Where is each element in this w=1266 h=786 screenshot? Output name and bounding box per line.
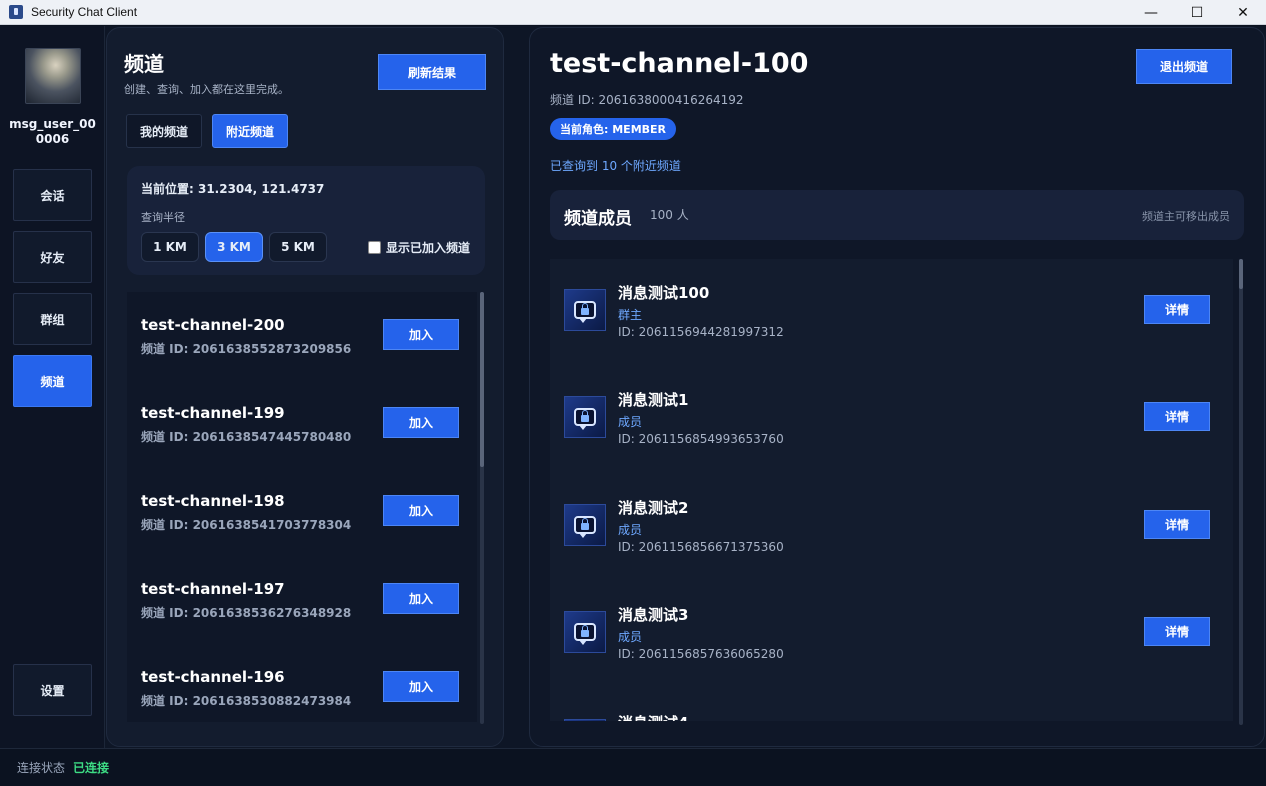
member-list-scrollbar[interactable] [1239, 259, 1243, 725]
minimize-button[interactable]: — [1128, 0, 1174, 25]
channel-name: test-channel-198 [141, 492, 285, 510]
channel-name: test-channel-196 [141, 668, 285, 686]
detail-button[interactable]: 详情 [1144, 617, 1210, 646]
channel-id: 频道 ID: 2061638552873209856 [141, 342, 352, 356]
app-icon [9, 5, 23, 19]
member-id: ID: 2061156856671375360 [618, 540, 784, 554]
show-joined-toggle[interactable]: 显示已加入频道 [368, 239, 470, 256]
member-name: 消息测试100 [618, 284, 710, 302]
window-body: msg_user_000006 会话 好友 群组 频道 设置 频道 创建、查询、… [0, 26, 1266, 786]
detail-button[interactable]: 详情 [1144, 295, 1210, 324]
radius-1km-button[interactable]: 1 KM [141, 232, 199, 262]
list-item[interactable]: 消息测试1 成员 ID: 2061156854993653760 详情 [550, 366, 1233, 474]
detail-button[interactable]: 详情 [1144, 510, 1210, 539]
member-id: ID: 2061156944281997312 [618, 325, 784, 339]
window-controls: — ☐ ✕ [1128, 0, 1266, 25]
member-name: 消息测试3 [618, 606, 689, 624]
radius-3km-button[interactable]: 3 KM [205, 232, 263, 262]
join-button[interactable]: 加入 [383, 407, 459, 438]
role-badge: 当前角色: MEMBER [550, 118, 677, 140]
current-location: 当前位置: 31.2304, 121.4737 [141, 182, 325, 196]
join-button[interactable]: 加入 [383, 495, 459, 526]
nav-rail: msg_user_000006 会话 好友 群组 频道 设置 [0, 26, 105, 748]
channel-id: 频道 ID: 2061638536276348928 [141, 606, 352, 620]
scrollbar-thumb[interactable] [1239, 259, 1243, 289]
title-bar: Security Chat Client — ☐ ✕ [0, 0, 1266, 25]
chat-lock-icon [564, 611, 606, 653]
nav-settings-button[interactable]: 设置 [13, 664, 92, 716]
members-count: 100 人 [650, 208, 689, 222]
connection-status-label: 连接状态 [17, 761, 66, 775]
list-item[interactable]: test-channel-200 频道 ID: 2061638552873209… [127, 292, 477, 380]
query-result-text: 已查询到 10 个附近频道 [550, 159, 681, 173]
member-list: 消息测试100 群主 ID: 2061156944281997312 详情 消息… [550, 259, 1233, 721]
list-item[interactable]: test-channel-197 频道 ID: 2061638536276348… [127, 556, 477, 644]
join-button[interactable]: 加入 [383, 671, 459, 702]
member-name: 消息测试2 [618, 499, 689, 517]
member-name: 消息测试1 [618, 391, 689, 409]
list-item[interactable]: 消息测试3 成员 ID: 2061156857636065280 详情 [550, 581, 1233, 689]
channels-panel: 频道 创建、查询、加入都在这里完成。 刷新结果 我的频道 附近频道 当前位置: … [106, 27, 504, 747]
maximize-button[interactable]: ☐ [1174, 0, 1220, 25]
channel-list: test-channel-200 频道 ID: 2061638552873209… [127, 292, 477, 722]
channel-id: 频道 ID: 2061638530882473984 [141, 694, 352, 708]
nav-channels-button[interactable]: 频道 [13, 355, 92, 407]
member-name: 消息测试4 [618, 712, 688, 721]
member-role: 成员 [618, 630, 643, 644]
show-joined-label: 显示已加入频道 [386, 241, 471, 255]
list-item[interactable]: test-channel-196 频道 ID: 2061638530882473… [127, 644, 477, 722]
channel-title: test-channel-100 [550, 48, 809, 79]
avatar[interactable] [25, 48, 81, 104]
panel-title: 频道 [124, 52, 164, 76]
nav-groups-button[interactable]: 群组 [13, 293, 92, 345]
member-role: 群主 [618, 308, 643, 322]
members-title: 频道成员 [564, 209, 632, 229]
window-title: Security Chat Client [31, 5, 138, 19]
channel-id-text: 频道 ID: 2061638000416264192 [550, 93, 744, 107]
member-role: 成员 [618, 415, 643, 429]
channel-name: test-channel-197 [141, 580, 285, 598]
nav-friends-button[interactable]: 好友 [13, 231, 92, 283]
chat-lock-icon [564, 719, 606, 721]
chat-lock-icon [564, 289, 606, 331]
chat-lock-icon [564, 504, 606, 546]
exit-channel-button[interactable]: 退出频道 [1136, 49, 1232, 84]
channel-detail-panel: test-channel-100 频道 ID: 2061638000416264… [529, 27, 1265, 747]
channel-id: 频道 ID: 2061638541703778304 [141, 518, 352, 532]
member-role: 成员 [618, 523, 643, 537]
join-button[interactable]: 加入 [383, 583, 459, 614]
channel-name: test-channel-200 [141, 316, 285, 334]
refresh-button[interactable]: 刷新结果 [378, 54, 486, 90]
list-item[interactable]: 消息测试2 成员 ID: 2061156856671375360 详情 [550, 474, 1233, 582]
connection-status-value: 已连接 [73, 761, 110, 775]
close-button[interactable]: ✕ [1220, 0, 1266, 25]
list-item[interactable]: test-channel-198 频道 ID: 2061638541703778… [127, 468, 477, 556]
scrollbar-thumb[interactable] [480, 292, 484, 467]
join-button[interactable]: 加入 [383, 319, 459, 350]
members-note: 频道主可移出成员 [1142, 210, 1230, 223]
show-joined-checkbox[interactable] [368, 241, 381, 254]
list-item[interactable]: 消息测试100 群主 ID: 2061156944281997312 详情 [550, 259, 1233, 367]
status-bar: 连接状态 已连接 [0, 748, 1266, 786]
members-header: 频道成员 100 人 频道主可移出成员 [550, 190, 1244, 240]
tab-nearby-channels[interactable]: 附近频道 [212, 114, 288, 148]
detail-button[interactable]: 详情 [1144, 402, 1210, 431]
list-item[interactable]: test-channel-199 频道 ID: 2061638547445780… [127, 380, 477, 468]
tab-my-channels[interactable]: 我的频道 [126, 114, 202, 148]
member-id: ID: 2061156854993653760 [618, 432, 784, 446]
radius-5km-button[interactable]: 5 KM [269, 232, 327, 262]
panel-subtitle: 创建、查询、加入都在这里完成。 [124, 83, 289, 96]
channel-name: test-channel-199 [141, 404, 285, 422]
chat-lock-icon [564, 396, 606, 438]
channel-id: 频道 ID: 2061638547445780480 [141, 430, 352, 444]
member-id: ID: 2061156857636065280 [618, 647, 784, 661]
location-filter: 当前位置: 31.2304, 121.4737 查询半径 1 KM 3 KM 5… [127, 166, 485, 275]
nav-chat-button[interactable]: 会话 [13, 169, 92, 221]
list-item[interactable]: 消息测试4 [550, 689, 1233, 721]
username: msg_user_000006 [9, 117, 96, 146]
channel-list-scrollbar[interactable] [480, 292, 484, 724]
radius-label: 查询半径 [141, 211, 185, 224]
